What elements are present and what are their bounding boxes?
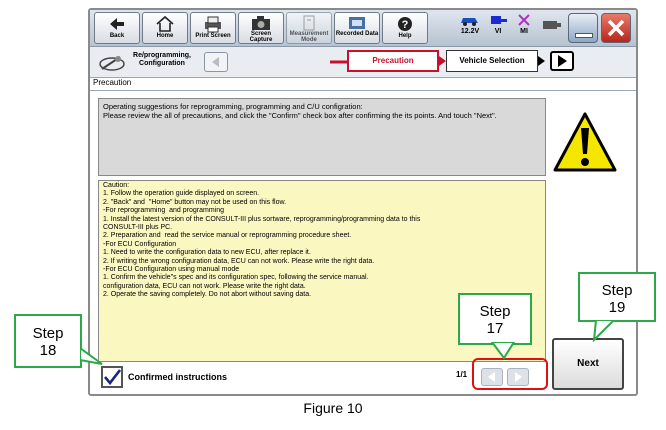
triangle-right-icon <box>558 55 567 67</box>
divider <box>90 90 636 91</box>
highlight-outline <box>472 358 548 390</box>
caution-line: 1. Confirm the vehicle"s spec and its co… <box>103 274 369 282</box>
close-icon <box>607 19 625 37</box>
next-button[interactable]: Next <box>552 338 624 390</box>
caution-line: -For reprogramming and programming <box>103 207 224 215</box>
vi-connection-icon <box>491 16 507 24</box>
close-button[interactable] <box>601 13 631 43</box>
caution-line: 2. "Back" and "Home" button may not be u… <box>103 198 287 206</box>
callout-pointer <box>592 320 616 342</box>
triangle-left-icon <box>212 57 219 67</box>
callout-step-18: Step 18 <box>14 314 82 368</box>
callout-pointer <box>490 342 516 360</box>
module-label: Re/programming, Configuration <box>133 52 191 67</box>
caution-line: 2. If writing the wrong configuration da… <box>103 257 375 265</box>
back-button[interactable]: Back <box>94 12 140 44</box>
caution-line: 1. Need to write the configuration data … <box>103 249 311 257</box>
minimize-icon <box>575 33 593 38</box>
recorded-data-button[interactable]: Recorded Data <box>334 12 380 44</box>
caution-line: configuration data, ECU can not work. Pl… <box>103 282 306 290</box>
warning-icon <box>553 112 617 172</box>
toolbar: Back Home Print Screen Screen Capture Me… <box>90 10 636 47</box>
help-button[interactable]: ? Help <box>382 12 428 44</box>
section-title: Precaution <box>93 78 132 87</box>
svg-text:?: ? <box>402 19 409 31</box>
nav-back-arrow-button[interactable] <box>204 52 228 72</box>
print-screen-button[interactable]: Print Screen <box>190 12 236 44</box>
home-button[interactable]: Home <box>142 12 188 44</box>
reprogramming-icon <box>99 56 125 71</box>
screen-capture-button[interactable]: Screen Capture <box>238 12 284 44</box>
checkmark-icon <box>104 369 122 386</box>
meter-icon <box>303 15 315 31</box>
confirm-label: Confirmed instructions <box>128 372 228 382</box>
breadcrumb-precaution: Precaution <box>347 50 439 72</box>
mi-disconnected-icon <box>518 14 530 26</box>
connector-icon <box>543 21 561 29</box>
minimize-button[interactable] <box>568 13 598 43</box>
car-icon <box>461 18 478 26</box>
caution-line: Caution: <box>103 182 130 189</box>
caution-line: -For ECU Configuration using manual mode <box>103 266 240 274</box>
callout-pointer <box>80 346 103 365</box>
mi-status: MI <box>512 14 536 35</box>
breadcrumb-vehicle-selection: Vehicle Selection <box>446 50 538 72</box>
measurement-mode-button[interactable]: Measurement Mode <box>286 12 332 44</box>
description-box: Operating suggestions for reprogramming,… <box>98 98 546 176</box>
help-icon: ? <box>398 17 412 31</box>
callout-step-17: Step 17 <box>458 293 532 345</box>
battery-status: 12.2V <box>458 14 482 35</box>
home-icon <box>156 15 174 32</box>
back-arrow-icon <box>110 18 124 30</box>
caution-line: CONSULT-III plus PC. <box>103 224 173 232</box>
nav-forward-arrow-button[interactable] <box>550 51 574 71</box>
caution-line: -For ECU Configuration <box>103 240 177 248</box>
camera-icon <box>252 16 270 30</box>
description-text: Operating suggestions for reprogramming,… <box>103 102 497 120</box>
caution-line: 1. Install the latest version of the CON… <box>103 215 421 223</box>
vi-status: VI <box>486 14 510 35</box>
confirm-checkbox[interactable] <box>101 366 123 388</box>
caution-line: 1. Follow the operation guide displayed … <box>103 190 260 198</box>
recorded-data-icon <box>349 17 365 29</box>
figure-caption: Figure 10 <box>303 400 363 416</box>
page-indicator: 1/1 <box>456 370 468 379</box>
callout-step-19: Step 19 <box>578 272 656 322</box>
crumb-arrow-icon <box>538 56 545 66</box>
printer-icon <box>205 16 221 33</box>
caution-line: 2. Preparation and read the service manu… <box>103 232 352 240</box>
